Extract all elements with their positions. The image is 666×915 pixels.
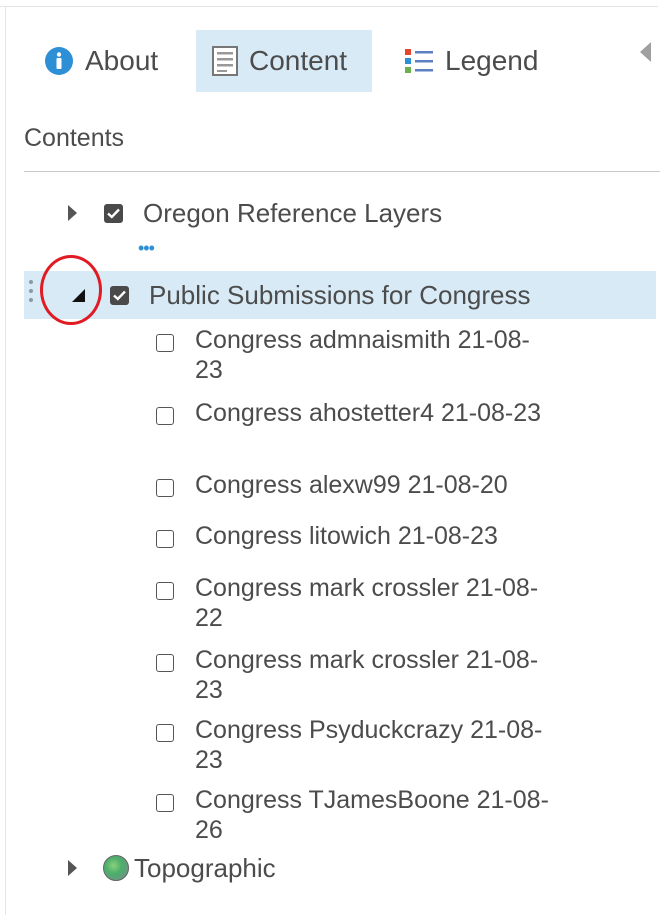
expand-arrow-icon[interactable] bbox=[68, 860, 77, 876]
layer-topographic: Topographic bbox=[68, 850, 276, 886]
tab-legend-label: Legend bbox=[445, 45, 539, 76]
sublayer-checkbox[interactable] bbox=[156, 334, 174, 352]
sublayer-label: Congress admnaismith 21-08-23 bbox=[195, 326, 530, 384]
sublayer-label: Congress ahostetter4 21-08-23 bbox=[195, 399, 542, 427]
sublayer-checkbox[interactable] bbox=[156, 654, 174, 672]
layer-label: Oregon Reference Layers bbox=[143, 197, 443, 228]
layer-checkbox-checked[interactable] bbox=[110, 285, 129, 305]
heading-divider bbox=[24, 171, 660, 172]
annotation-circle bbox=[40, 255, 102, 325]
sublayer-item: Congress admnaismith 21-08-23 bbox=[156, 325, 555, 385]
layer-label: Topographic bbox=[134, 852, 276, 883]
sublayer-label: Congress TJamesBoone 21-08-26 bbox=[195, 786, 549, 844]
sublayer-checkbox[interactable] bbox=[156, 582, 174, 600]
sublayer-label: Congress alexw99 21-08-20 bbox=[195, 471, 508, 499]
content-icon bbox=[212, 46, 238, 76]
tab-content-label: Content bbox=[249, 45, 348, 76]
tab-about-label: About bbox=[85, 45, 159, 76]
panel-top-border bbox=[0, 6, 658, 7]
info-icon bbox=[44, 46, 74, 76]
sublayer-label: Congress mark crossler 21-08-23 bbox=[195, 646, 539, 704]
tab-content[interactable]: Content bbox=[196, 30, 372, 92]
sublayer-checkbox[interactable] bbox=[156, 794, 174, 812]
sublayer-item: Congress mark crossler 21-08-23 bbox=[156, 645, 555, 705]
layer-label: Public Submissions for Congress bbox=[149, 279, 531, 310]
drag-handle-icon[interactable] bbox=[29, 280, 35, 310]
collapse-panel-icon[interactable] bbox=[640, 42, 651, 62]
tab-about[interactable]: About bbox=[44, 30, 158, 92]
sublayer-label: Congress mark crossler 21-08-22 bbox=[195, 574, 539, 632]
more-options-icon[interactable]: ••• bbox=[138, 239, 155, 257]
layer-public-submissions: Public Submissions for Congress bbox=[72, 276, 531, 314]
sublayer-checkbox[interactable] bbox=[156, 530, 174, 548]
tab-legend[interactable]: Legend bbox=[404, 30, 538, 92]
layer-checkbox-checked[interactable] bbox=[104, 203, 123, 223]
sublayer-item: Congress ahostetter4 21-08-23 bbox=[156, 398, 555, 428]
sublayer-label: Congress litowich 21-08-23 bbox=[195, 522, 498, 550]
layer-oregon-reference: Oregon Reference Layers bbox=[68, 196, 442, 230]
legend-icon bbox=[404, 46, 434, 76]
sublayer-label: Congress Psyduckcrazy 21-08-23 bbox=[195, 716, 543, 774]
sublayer-item: Congress mark crossler 21-08-22 bbox=[156, 573, 555, 633]
sublayer-checkbox[interactable] bbox=[156, 479, 174, 497]
panel-left-border bbox=[5, 6, 6, 915]
sublayer-checkbox[interactable] bbox=[156, 724, 174, 742]
basemap-globe-icon bbox=[103, 855, 129, 881]
tab-bar: About Content Legend bbox=[30, 30, 650, 92]
sublayer-item: Congress Psyduckcrazy 21-08-23 bbox=[156, 715, 555, 775]
sublayer-item: Congress litowich 21-08-23 bbox=[156, 521, 555, 551]
sublayer-item: Congress alexw99 21-08-20 bbox=[156, 470, 555, 500]
sublayer-item: Congress TJamesBoone 21-08-26 bbox=[156, 785, 555, 845]
sublayer-checkbox[interactable] bbox=[156, 407, 174, 425]
contents-heading: Contents bbox=[24, 124, 125, 152]
expand-arrow-icon[interactable] bbox=[68, 205, 77, 221]
